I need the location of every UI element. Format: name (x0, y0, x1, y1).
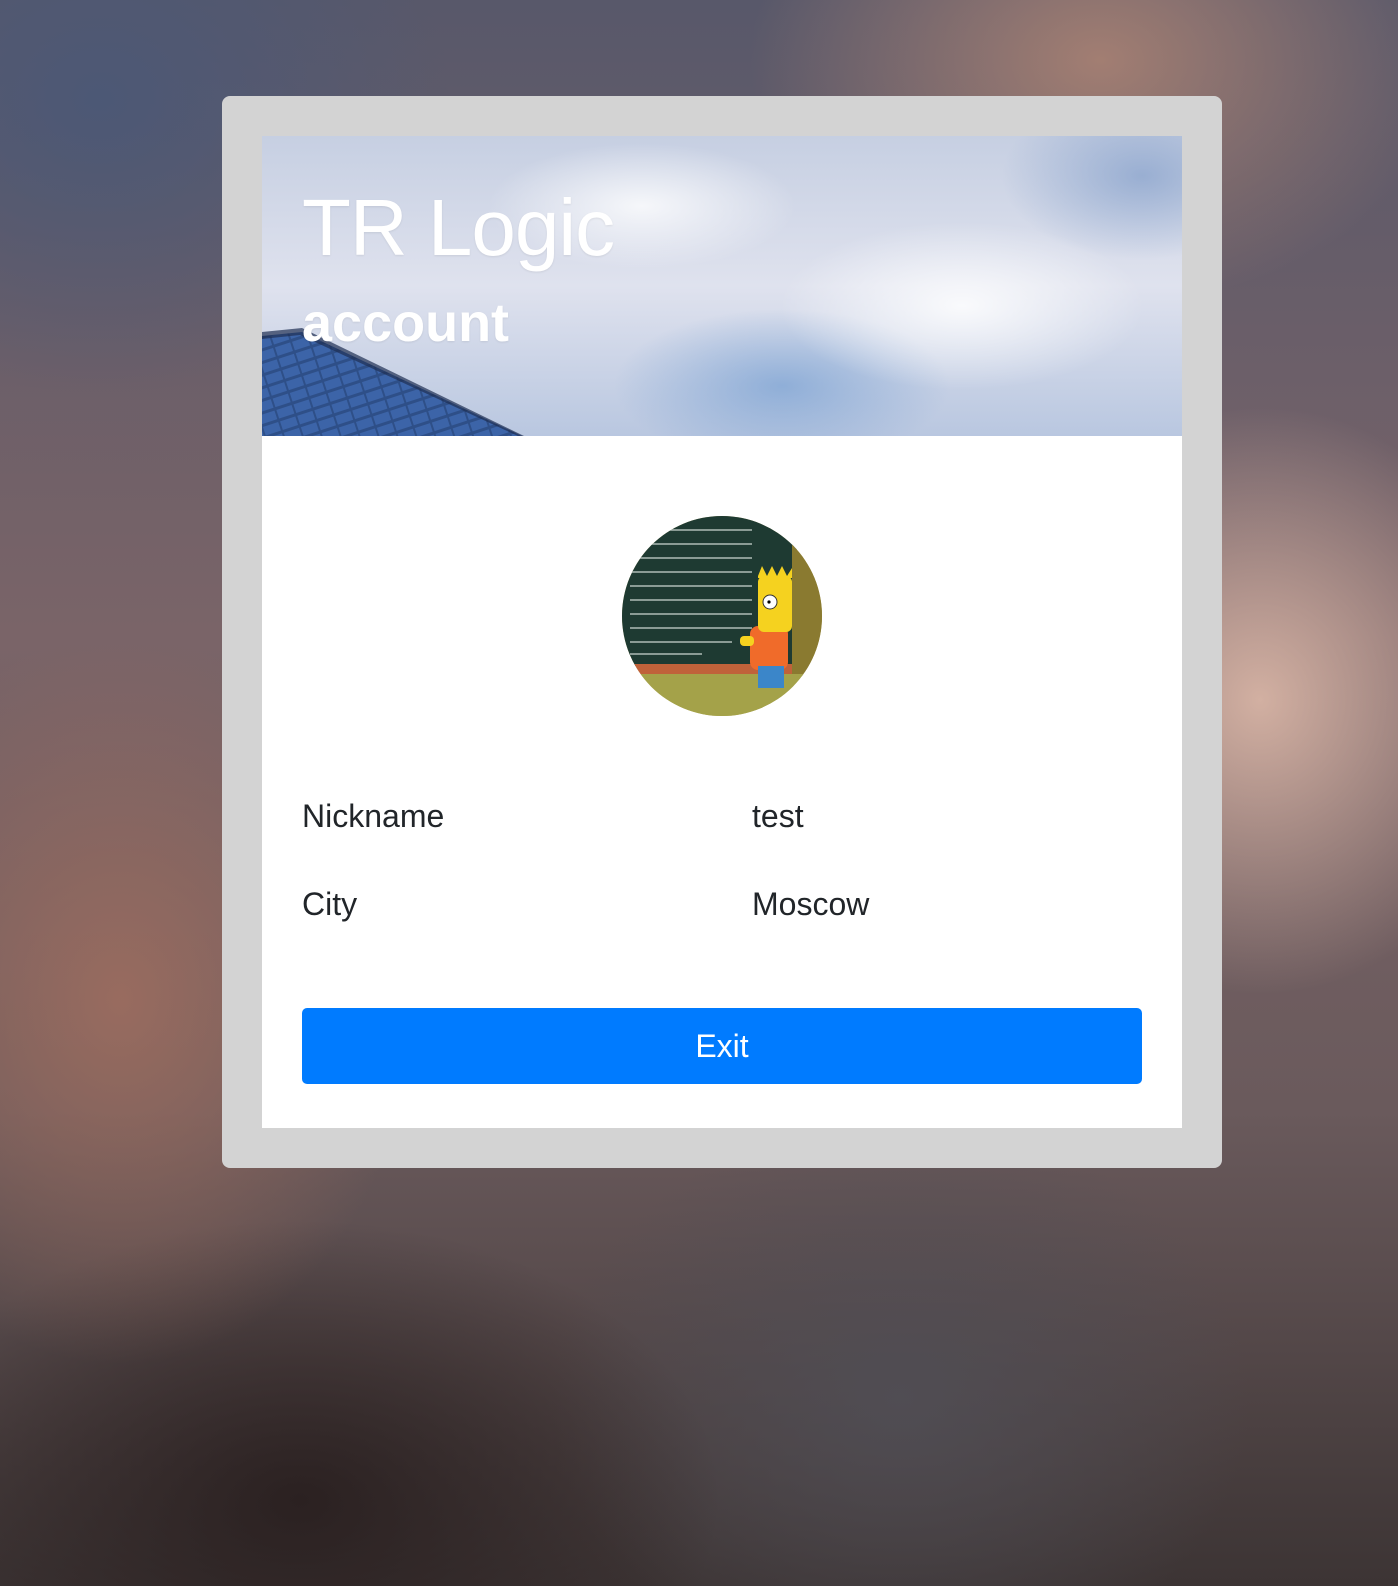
city-label: City (302, 886, 358, 922)
page-subtitle: account (302, 293, 510, 353)
page-title: TR Logic (302, 183, 615, 272)
exit-button[interactable]: Exit (302, 1008, 1142, 1084)
city-value: Moscow (752, 886, 870, 922)
account-card: TR Logic account Nickname test City Mosc… (262, 136, 1182, 1128)
nickname-label: Nickname (302, 798, 445, 834)
nickname-value: test (752, 798, 804, 834)
avatar-image (622, 516, 822, 716)
profile-row-nickname: Nickname test (302, 796, 1142, 836)
profile-row-city: City Moscow (302, 884, 1142, 924)
avatar (622, 516, 822, 716)
card-header: TR Logic account (262, 136, 1182, 436)
roof-background-image (262, 328, 524, 436)
modal-frame: TR Logic account Nickname test City Mosc… (222, 96, 1222, 1168)
